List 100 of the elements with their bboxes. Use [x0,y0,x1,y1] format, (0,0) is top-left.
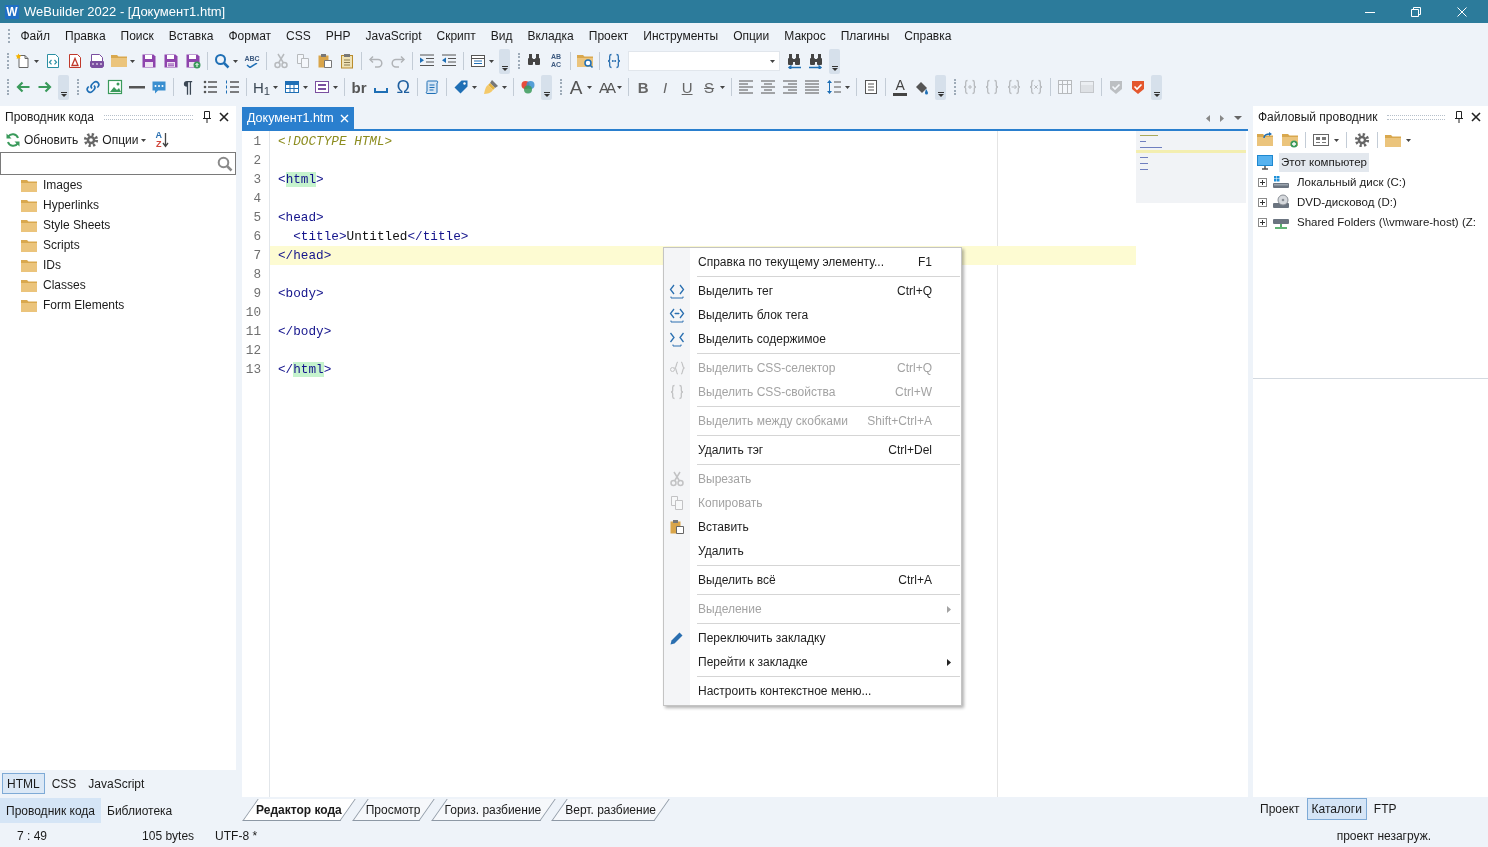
caret-icon[interactable] [502,85,508,89]
gear-icon[interactable] [1354,132,1370,148]
caret-icon[interactable] [333,85,339,89]
caret-icon[interactable] [489,59,494,63]
html-file-icon[interactable] [45,53,61,69]
special-character-button[interactable]: Ω [396,78,410,96]
options-button[interactable]: Опции [83,130,147,150]
language-tab[interactable]: HTML [2,773,45,794]
save-as-icon[interactable] [163,53,179,69]
shield-check-icon[interactable] [1130,79,1147,95]
menu-item[interactable]: PHP [318,24,358,47]
menu-item[interactable]: Инструменты [635,24,726,47]
tree-item[interactable]: DVD-дисковод (D:) [1295,192,1399,212]
layout-icon[interactable] [470,53,486,69]
close-icon[interactable] [219,112,229,122]
expand-icon[interactable] [1258,197,1267,207]
overflow-button[interactable] [1151,74,1163,100]
tree-item[interactable]: Form Elements [21,295,125,315]
menu-item[interactable]: Вставить [664,515,961,539]
caret-icon[interactable] [130,59,135,63]
panel-tab[interactable]: Проект [1255,798,1305,820]
grip-icon[interactable] [1387,114,1445,120]
menu-item[interactable]: Проект [581,24,636,47]
caret-icon[interactable] [770,59,775,63]
expand-icon[interactable] [1258,177,1267,187]
text-color-button[interactable]: A [895,78,905,92]
menu-item[interactable]: Плагины [833,24,897,47]
panel-tab[interactable]: Проводник кода [0,798,101,823]
color-circles-icon[interactable] [520,79,537,95]
caret-icon[interactable] [472,85,478,89]
folder-search-icon[interactable] [577,53,593,69]
panel-tab[interactable]: Библиотека [101,798,179,823]
paragraph-button[interactable]: ¶ [183,78,193,96]
back-arrow-icon[interactable] [15,79,31,95]
caret-icon[interactable] [303,85,309,89]
line-break-button[interactable]: br [351,79,367,95]
heading-button[interactable]: H$_{1}$ [253,79,271,95]
pdf-file-icon[interactable] [67,53,83,69]
menu-item[interactable]: Справка [896,24,959,47]
menu-item[interactable]: Поиск [113,24,162,47]
document-icon[interactable] [863,79,880,95]
document-tab[interactable]: Документ1.htm [242,107,354,129]
comment-icon[interactable] [151,79,167,95]
paste-special-icon[interactable] [317,53,333,69]
font-shrink-button[interactable]: AA [599,79,614,95]
expand-icon[interactable] [1258,217,1267,227]
menu-item[interactable]: Выделить всё Ctrl+A [664,568,961,592]
font-size-button[interactable]: A [569,77,583,97]
overflow-button[interactable] [935,74,947,100]
menu-item[interactable]: Переключить закладку [664,626,961,650]
search-icon[interactable] [214,53,230,69]
folder-up-icon[interactable] [1257,132,1273,148]
menu-item[interactable]: CSS [278,24,319,47]
tag-icon[interactable] [453,79,470,95]
table-icon[interactable] [284,79,301,95]
view-tab[interactable]: Редактор кода [242,799,356,821]
menu-item[interactable]: Правка [57,24,114,47]
tree-item[interactable]: Images [21,175,83,195]
caret-icon[interactable] [273,85,279,89]
language-tab[interactable]: CSS [46,773,82,794]
new-file-icon[interactable] [15,53,31,69]
overflow-button[interactable] [499,48,510,74]
caret-icon[interactable] [845,85,851,89]
sort-button[interactable]: A Z [155,130,169,150]
tree-item[interactable]: IDs [21,255,61,275]
view-tab[interactable]: Просмотр [351,799,435,821]
tree-item[interactable]: Hyperlinks [21,195,99,215]
panel-tab[interactable]: FTP [1368,798,1402,820]
caret-icon[interactable] [587,85,593,89]
menu-item[interactable]: Выделить блок тега [664,303,961,327]
menu-item[interactable]: Удалить [664,539,961,563]
caret-icon[interactable] [720,85,726,89]
menu-item[interactable]: Выделить содержимое [664,327,961,351]
menu-item[interactable]: JavaScript [357,24,429,47]
caret-icon[interactable] [617,85,623,89]
save-icon[interactable] [141,53,157,69]
find-previous-icon[interactable] [786,53,802,69]
menu-item[interactable]: Вид [483,24,520,47]
menu-item[interactable]: Формат [220,24,279,47]
link-icon[interactable] [85,79,101,95]
tree-item[interactable]: Scripts [21,235,80,255]
bold-button[interactable]: B [637,79,649,95]
underline-button[interactable]: U [681,79,693,95]
tree-item[interactable]: Classes [21,275,86,295]
menu-item[interactable]: Макрос [776,24,834,47]
grip-icon[interactable] [954,79,957,95]
clipboard-icon[interactable] [339,53,355,69]
tree-item[interactable]: Локальный диск (C:) [1295,172,1408,192]
tree-item[interactable]: Shared Folders (\\vmware-host) (Z: [1295,212,1478,232]
menu-item[interactable]: Вставка [161,24,221,47]
close-icon[interactable] [1471,112,1481,122]
caret-icon[interactable] [1334,138,1339,142]
overflow-button[interactable] [829,48,840,74]
grip-icon[interactable] [104,114,193,120]
caret-icon[interactable] [1406,138,1411,142]
menu-item[interactable]: Удалить тэг Ctrl+Del [664,438,961,462]
caret-icon[interactable] [233,59,238,63]
refresh-button[interactable]: Обновить [5,130,79,150]
grip-icon[interactable] [560,79,563,95]
menu-item[interactable]: Выделить тег Ctrl+Q [664,279,961,303]
